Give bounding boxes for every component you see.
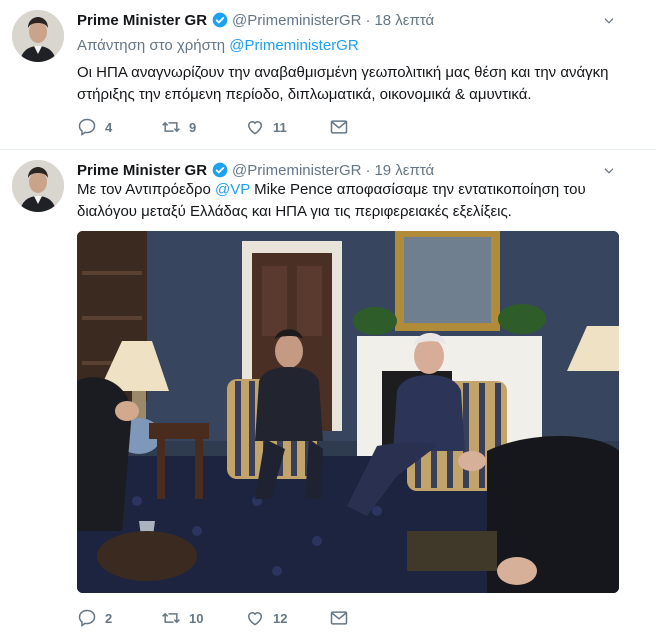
retweet-icon bbox=[161, 117, 181, 137]
retweet-button[interactable]: 10 bbox=[161, 608, 245, 628]
author-handle[interactable]: @PrimeministerGR bbox=[232, 12, 361, 29]
meeting-photo bbox=[77, 231, 619, 593]
reply-icon bbox=[77, 608, 97, 628]
tweet-header: Prime Minister GR @PrimeministerGR · 19 … bbox=[77, 160, 434, 180]
separator: · bbox=[365, 161, 371, 179]
direct-message-button[interactable] bbox=[329, 117, 359, 137]
verified-badge-icon bbox=[212, 12, 228, 28]
tweet-text: Οι ΗΠΑ αναγνωρίζουν την αναβαθμισμένη γε… bbox=[77, 64, 609, 103]
retweet-icon bbox=[161, 608, 181, 628]
reply-button[interactable]: 2 bbox=[77, 608, 161, 628]
avatar-image bbox=[12, 10, 64, 62]
separator: · bbox=[365, 11, 371, 29]
heart-icon bbox=[245, 117, 265, 137]
envelope-icon bbox=[329, 608, 349, 628]
reply-context: Απάντηση στο χρήστη @PrimeministerGR bbox=[77, 37, 359, 54]
tweet-actions: 4 9 11 bbox=[77, 117, 359, 137]
chevron-down-icon[interactable] bbox=[602, 164, 616, 178]
reply-icon bbox=[77, 117, 97, 137]
reply-prefix: Απάντηση στο χρήστη bbox=[77, 37, 226, 54]
timestamp[interactable]: 18 λεπτά bbox=[374, 12, 434, 29]
tweet-actions: 2 10 12 bbox=[77, 608, 359, 628]
verified-badge-icon bbox=[212, 162, 228, 178]
like-count: 12 bbox=[273, 610, 288, 626]
avatar-image bbox=[12, 160, 64, 212]
tweet-header: Prime Minister GR @PrimeministerGR · 18 … bbox=[77, 10, 434, 30]
like-button[interactable]: 12 bbox=[245, 608, 329, 628]
avatar[interactable] bbox=[12, 160, 64, 212]
heart-icon bbox=[245, 608, 265, 628]
avatar[interactable] bbox=[12, 10, 64, 62]
mention-link[interactable]: @VP bbox=[215, 181, 250, 198]
reply-mention-link[interactable]: @PrimeministerGR bbox=[229, 37, 358, 54]
reply-count: 4 bbox=[105, 119, 113, 135]
like-button[interactable]: 11 bbox=[245, 117, 329, 137]
retweet-count: 9 bbox=[189, 119, 197, 135]
tweet-text-part: Με τον Αντιπρόεδρο bbox=[77, 181, 216, 198]
tweet-photo[interactable] bbox=[77, 231, 619, 593]
author-name[interactable]: Prime Minister GR bbox=[77, 12, 207, 29]
tweet-text: Με τον Αντιπρόεδρο @VP Mike Pence αποφασ… bbox=[77, 179, 622, 223]
tweet[interactable]: Prime Minister GR @PrimeministerGR · 19 … bbox=[0, 150, 656, 643]
like-count: 11 bbox=[273, 119, 287, 135]
timestamp[interactable]: 19 λεπτά bbox=[374, 162, 434, 179]
envelope-icon bbox=[329, 117, 349, 137]
author-handle[interactable]: @PrimeministerGR bbox=[232, 162, 361, 179]
retweet-count: 10 bbox=[189, 610, 204, 626]
chevron-down-icon[interactable] bbox=[602, 14, 616, 28]
retweet-button[interactable]: 9 bbox=[161, 117, 245, 137]
direct-message-button[interactable] bbox=[329, 608, 359, 628]
tweet[interactable]: Prime Minister GR @PrimeministerGR · 18 … bbox=[0, 0, 656, 150]
reply-count: 2 bbox=[105, 610, 113, 626]
author-name[interactable]: Prime Minister GR bbox=[77, 162, 207, 179]
reply-button[interactable]: 4 bbox=[77, 117, 161, 137]
